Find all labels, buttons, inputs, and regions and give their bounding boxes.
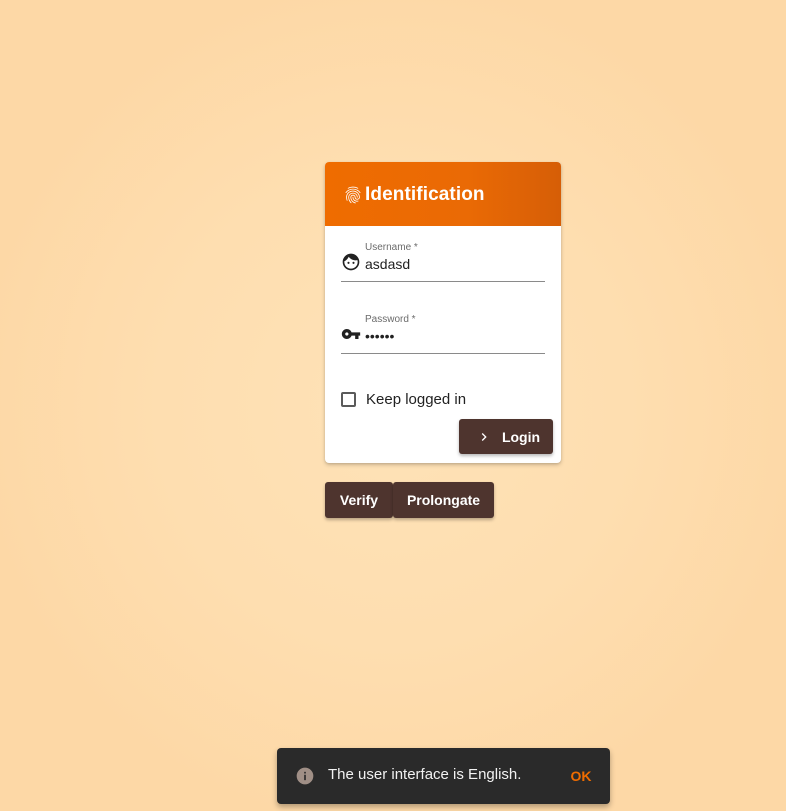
- login-card: Identification Username * Password * Kee…: [325, 162, 561, 463]
- info-icon: [295, 766, 315, 786]
- verify-button[interactable]: Verify: [325, 482, 393, 518]
- chevron-right-icon: [476, 429, 492, 445]
- card-title: Identification: [365, 184, 485, 205]
- username-label: Username *: [365, 242, 418, 253]
- snackbar-message: The user interface is English.: [328, 766, 522, 783]
- prolongate-button[interactable]: Prolongate: [393, 482, 494, 518]
- username-input[interactable]: [365, 254, 543, 274]
- snackbar-ok-button[interactable]: OK: [561, 764, 601, 788]
- snackbar: The user interface is English. OK: [277, 748, 610, 804]
- login-label: Login: [501, 428, 541, 445]
- keep-logged-in-checkbox[interactable]: [341, 391, 356, 407]
- password-label: Password *: [365, 314, 416, 325]
- password-field[interactable]: Password *: [341, 314, 545, 354]
- password-input[interactable]: [365, 326, 543, 346]
- keep-logged-in-label: Keep logged in: [366, 390, 467, 408]
- fingerprint-icon: [343, 184, 363, 206]
- username-underline: [341, 281, 545, 282]
- card-header: Identification: [325, 162, 561, 226]
- keep-logged-in-row[interactable]: Keep logged in: [341, 389, 466, 409]
- password-underline: [341, 353, 545, 354]
- face-icon: [341, 252, 361, 272]
- login-button[interactable]: Login: [459, 419, 553, 454]
- username-field[interactable]: Username *: [341, 242, 545, 282]
- key-icon: [341, 324, 361, 344]
